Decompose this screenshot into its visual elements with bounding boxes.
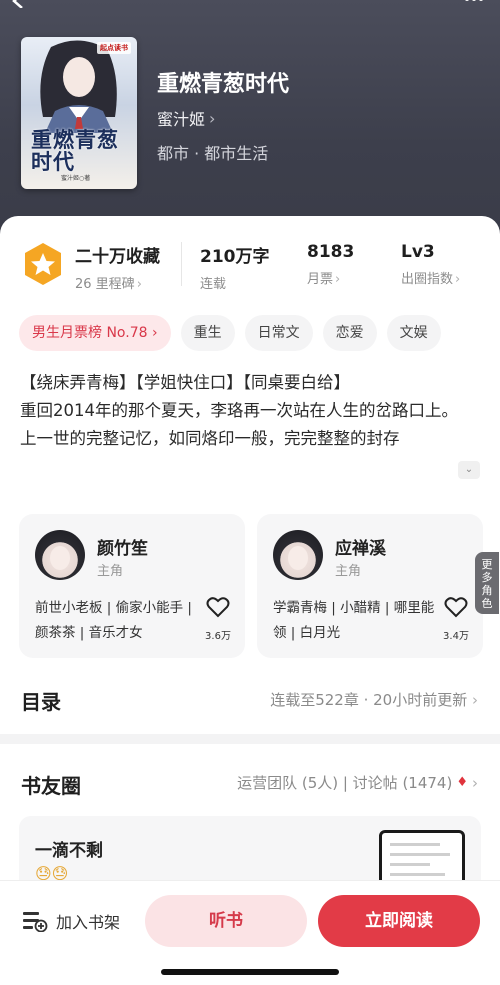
read-now-button[interactable]: 立即阅读 bbox=[318, 895, 480, 947]
shelf-add-icon bbox=[23, 912, 48, 932]
tag-list: 男生月票榜 No.78 › 重生 日常文 恋爱 文娱 bbox=[19, 315, 500, 351]
character-name: 应禅溪 bbox=[335, 539, 386, 559]
heart-icon bbox=[444, 597, 468, 618]
post-title: 一滴不剩 bbox=[35, 841, 103, 861]
chevron-right-icon: › bbox=[455, 272, 461, 287]
add-to-shelf-button[interactable]: 加入书架 bbox=[22, 909, 120, 933]
character-card[interactable]: 应禅溪 主角 学霸青梅 | 小醋精 | 哪里能领 | 白月光 3.4万 bbox=[257, 514, 483, 658]
like-button[interactable]: 3.4万 bbox=[441, 596, 471, 642]
words-stat: 210万字 连载 bbox=[200, 242, 270, 292]
cover-author: 蜜汁姬○著 bbox=[61, 175, 91, 182]
more-roles-button[interactable]: 更多角色 bbox=[475, 552, 499, 614]
monthly-votes-stat[interactable]: 8183 月票 › bbox=[307, 242, 354, 287]
author-name: 蜜汁姬 bbox=[157, 110, 206, 129]
tag-rank[interactable]: 男生月票榜 No.78 › bbox=[19, 315, 171, 351]
desc-line: 重回2014年的那个夏天，李珞再一次站在人生的岔路口上。 bbox=[20, 401, 458, 420]
chevron-right-icon: › bbox=[472, 691, 478, 709]
level-label: 出圈指数 bbox=[401, 272, 454, 287]
expand-icon[interactable]: ⌄ bbox=[458, 461, 480, 479]
chevron-right-icon: › bbox=[151, 325, 158, 341]
level-stat[interactable]: Lv3 出圈指数 › bbox=[401, 242, 460, 287]
character-name: 颜竹笙 bbox=[97, 539, 148, 559]
tag-item[interactable]: 文娱 bbox=[386, 315, 441, 351]
character-desc: 学霸青梅 | 小醋精 | 哪里能领 | 白月光 bbox=[273, 600, 435, 641]
chevron-right-icon: › bbox=[136, 277, 142, 292]
tag-item[interactable]: 日常文 bbox=[244, 315, 313, 351]
star-badge-icon bbox=[25, 243, 61, 285]
character-card[interactable]: 颜竹笙 主角 前世小老板 | 偷家小能手 | 颜茶茶 | 音乐才女 3.6万 bbox=[19, 514, 245, 658]
home-indicator bbox=[161, 969, 339, 975]
book-title: 重燃青葱时代 bbox=[157, 72, 290, 97]
heart-icon bbox=[206, 597, 230, 618]
more-icon[interactable] bbox=[464, 0, 484, 6]
character-desc: 前世小老板 | 偷家小能手 | 颜茶茶 | 音乐才女 bbox=[35, 600, 192, 641]
book-circle-info[interactable]: 运营团队 (5人) | 讨论帖 (1474) ♦ › bbox=[237, 772, 478, 793]
catalog-info[interactable]: 连载至522章 · 20小时前更新 › bbox=[270, 689, 478, 710]
favorites-stat[interactable]: 二十万收藏 26 里程碑 › bbox=[75, 242, 160, 292]
fire-icon: ♦ bbox=[456, 775, 468, 790]
circle-stats: 运营团队 (5人) | 讨论帖 (1474) bbox=[237, 774, 453, 792]
tag-item[interactable]: 恋爱 bbox=[322, 315, 377, 351]
avatar bbox=[35, 530, 85, 580]
book-header: 起点读书 重燃青葱时代 蜜汁姬○著 重燃青葱时代 蜜汁姬 › 都市 · 都市生活 bbox=[0, 0, 500, 240]
cover-brand: 起点读书 bbox=[97, 42, 131, 54]
book-circle-title[interactable]: 书友圈 bbox=[21, 770, 81, 799]
character-role: 主角 bbox=[97, 564, 124, 579]
milestone-label: 26 里程碑 bbox=[75, 277, 135, 292]
add-to-shelf-label: 加入书架 bbox=[56, 913, 121, 932]
book-genre: 都市 · 都市生活 bbox=[157, 144, 269, 163]
tag-rank-label: 男生月票榜 No.78 bbox=[32, 325, 148, 341]
favorites-value: 二十万收藏 bbox=[75, 247, 160, 267]
like-button[interactable]: 3.6万 bbox=[203, 596, 233, 642]
like-count: 3.4万 bbox=[443, 631, 469, 642]
stats-divider bbox=[181, 242, 182, 286]
book-cover[interactable]: 起点读书 重燃青葱时代 蜜汁姬○著 bbox=[21, 37, 137, 189]
catalog-update: 连载至522章 · 20小时前更新 bbox=[270, 691, 468, 709]
desc-line: 【绕床弄青梅】【学姐快住口】【同桌要白给】 bbox=[20, 373, 350, 392]
chevron-right-icon: › bbox=[472, 773, 478, 792]
back-icon[interactable] bbox=[8, 0, 28, 8]
monthly-votes-value: 8183 bbox=[307, 242, 355, 262]
character-role: 主角 bbox=[335, 564, 362, 579]
section-divider bbox=[0, 734, 500, 744]
chevron-right-icon: › bbox=[209, 108, 216, 128]
listen-button[interactable]: 听书 bbox=[145, 895, 307, 947]
level-value: Lv3 bbox=[401, 242, 435, 262]
cover-title: 重燃青葱时代 bbox=[31, 127, 119, 174]
tag-item[interactable]: 重生 bbox=[180, 315, 235, 351]
desc-line: 上一世的完整记忆，如同烙印一般，完完整整的封存 bbox=[20, 429, 400, 448]
words-value: 210万字 bbox=[200, 247, 270, 267]
catalog-title[interactable]: 目录 bbox=[21, 686, 61, 715]
stats-row: 二十万收藏 26 里程碑 › 210万字 连载 8183 月票 › Lv3 出圈指数… bbox=[0, 238, 500, 298]
monthly-votes-label: 月票 bbox=[307, 272, 334, 287]
book-detail-card: 二十万收藏 26 里程碑 › 210万字 连载 8183 月票 › Lv3 出圈指数… bbox=[0, 216, 500, 985]
status-label: 连载 bbox=[200, 277, 227, 292]
chevron-right-icon: › bbox=[335, 272, 341, 287]
like-count: 3.6万 bbox=[205, 631, 231, 642]
avatar bbox=[273, 530, 323, 580]
book-description[interactable]: 【绕床弄青梅】【学姐快住口】【同桌要白给】 重回2014年的那个夏天，李珞再一次… bbox=[20, 369, 482, 453]
author-link[interactable]: 蜜汁姬 › bbox=[157, 106, 215, 130]
